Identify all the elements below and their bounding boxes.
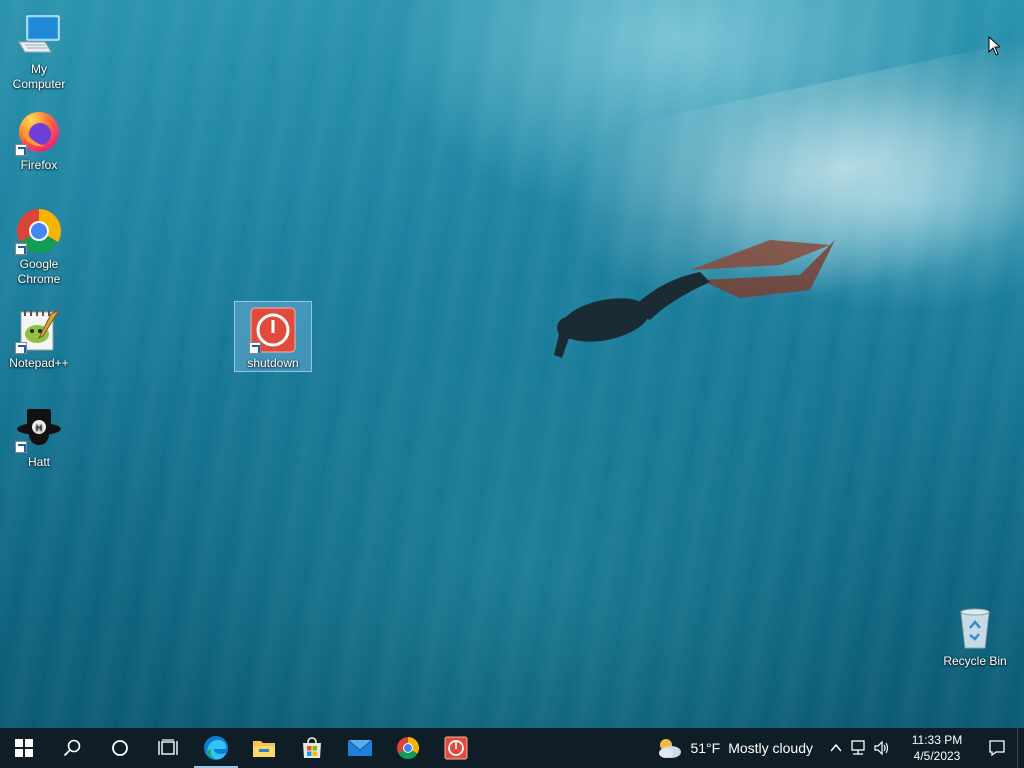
desktop-icon-label: Notepad++ xyxy=(9,356,69,370)
taskbar-chrome[interactable] xyxy=(384,728,432,768)
desktop-icon-google-chrome[interactable]: Google Chrome xyxy=(1,203,77,287)
task-view-button[interactable] xyxy=(144,728,192,768)
desktop-icon-label: Hatt xyxy=(27,455,50,469)
recycle-bin-icon xyxy=(951,604,999,652)
computer-icon xyxy=(15,12,63,60)
search-icon xyxy=(63,739,81,757)
shortcut-arrow-icon xyxy=(249,342,261,354)
taskbar-file-explorer[interactable] xyxy=(240,728,288,768)
volume-icon[interactable] xyxy=(873,740,891,756)
desktop-icon-my-computer[interactable]: My Computer xyxy=(1,8,77,92)
wallpaper-swimmer xyxy=(554,240,835,358)
shortcut-arrow-icon xyxy=(15,441,27,453)
desktop-icon-shutdown[interactable]: shutdown xyxy=(234,301,312,372)
taskbar: 51°F Mostly cloudy 11:33 PM 4/5/2023 xyxy=(0,728,1024,768)
clock-time: 11:33 PM xyxy=(911,733,963,747)
network-icon[interactable] xyxy=(849,740,867,756)
svg-text:H: H xyxy=(36,424,43,434)
notepad-plus-plus-icon xyxy=(15,306,63,354)
store-bag-icon xyxy=(303,737,321,758)
desktop-icon-firefox[interactable]: Firefox xyxy=(1,104,77,173)
weather-temperature: 51°F xyxy=(690,740,721,756)
taskbar-microsoft-store[interactable] xyxy=(288,728,336,768)
shortcut-arrow-icon xyxy=(15,243,27,255)
partly-cloudy-icon xyxy=(659,739,682,758)
desktop-icon-recycle-bin[interactable]: Recycle Bin xyxy=(937,600,1013,669)
start-button[interactable] xyxy=(0,728,48,768)
desktop-icon-label: Google Chrome xyxy=(17,257,61,286)
firefox-icon xyxy=(15,108,63,156)
shortcut-arrow-icon xyxy=(15,144,27,156)
mail-envelope-icon xyxy=(347,739,373,756)
taskbar-shutdown[interactable] xyxy=(432,728,480,768)
edge-icon xyxy=(204,736,228,760)
cortana-button[interactable] xyxy=(96,728,144,768)
system-tray: 51°F Mostly cloudy 11:33 PM 4/5/2023 xyxy=(646,728,1024,768)
notification-icon xyxy=(989,740,1005,757)
desktop-icon-label: Firefox xyxy=(20,158,58,172)
power-icon xyxy=(444,736,468,760)
desktop-icon-label: My Computer xyxy=(12,62,66,91)
desktop-icon-label: shutdown xyxy=(247,356,299,370)
desktop-icon-notepad-plus-plus[interactable]: Notepad++ xyxy=(1,302,77,371)
clock[interactable]: 11:33 PM 4/5/2023 xyxy=(897,732,977,764)
taskbar-mail[interactable] xyxy=(336,728,384,768)
taskbar-edge[interactable] xyxy=(192,728,240,768)
task-view-icon xyxy=(158,739,178,755)
power-icon xyxy=(249,306,297,354)
shortcut-arrow-icon xyxy=(15,342,27,354)
search-button[interactable] xyxy=(48,728,96,768)
weather-condition: Mostly cloudy xyxy=(728,740,813,756)
desktop-icon-label: Recycle Bin xyxy=(943,654,1007,668)
desktop-icon-hatt[interactable]: H Hatt xyxy=(1,401,77,470)
weather-widget[interactable]: 51°F Mostly cloudy xyxy=(646,737,823,759)
chevron-up-icon[interactable] xyxy=(829,741,843,755)
tray-icons xyxy=(823,740,897,756)
mouse-cursor-icon xyxy=(988,36,1000,56)
hatt-icon: H xyxy=(15,405,63,453)
desktop[interactable]: My Computer Firefox Google Chrome Notepa… xyxy=(0,0,1024,728)
show-desktop-button[interactable] xyxy=(1017,728,1024,768)
cortana-circle-icon xyxy=(112,740,128,756)
action-center-button[interactable] xyxy=(977,728,1017,768)
chrome-icon xyxy=(397,737,419,759)
chrome-icon xyxy=(15,207,63,255)
folder-icon xyxy=(253,741,275,757)
clock-date: 4/5/2023 xyxy=(913,749,961,763)
windows-logo-icon xyxy=(15,739,33,757)
